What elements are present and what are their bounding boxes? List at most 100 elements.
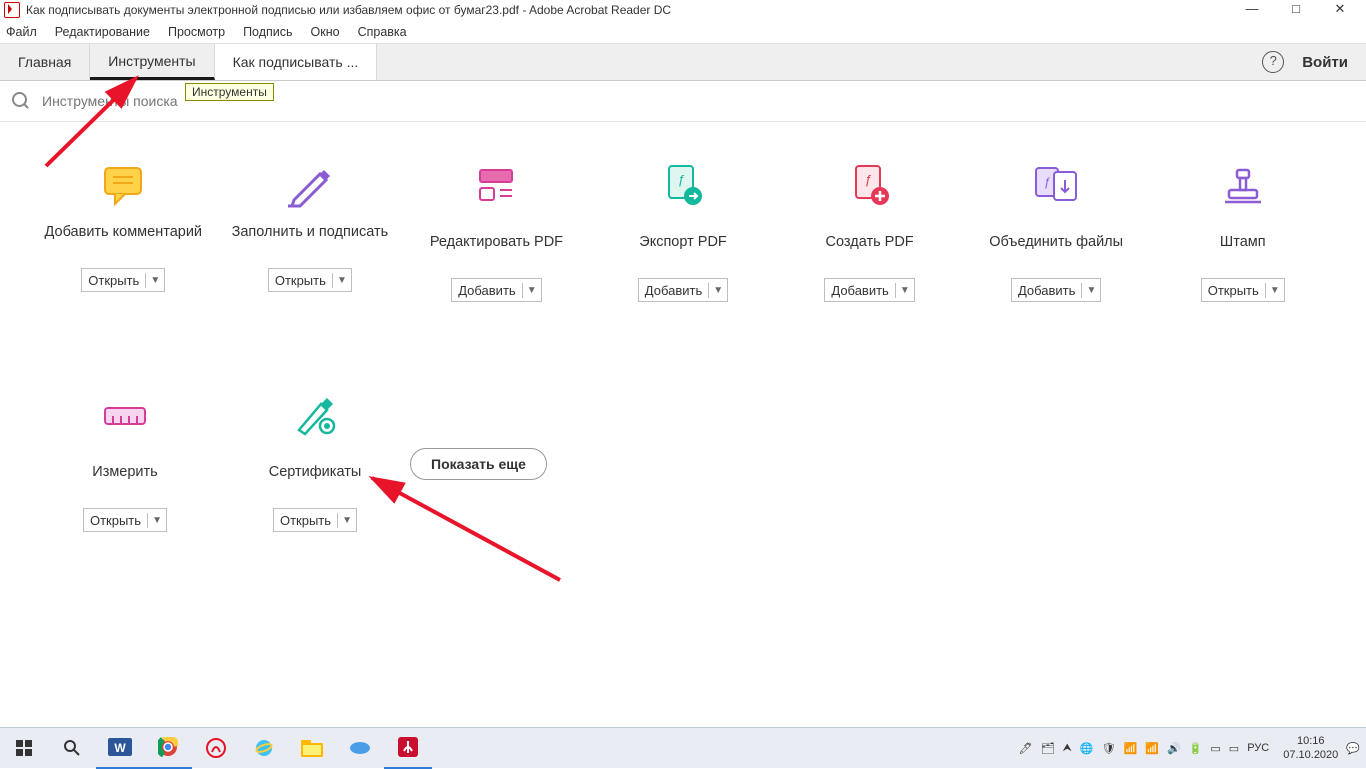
stamp-icon xyxy=(1217,162,1269,208)
taskbar-app1-icon[interactable] xyxy=(192,728,240,768)
svg-text:ƒ: ƒ xyxy=(677,172,684,187)
menu-edit[interactable]: Редактирование xyxy=(55,25,150,39)
window-titlebar: Как подписывать документы электронной по… xyxy=(0,0,1366,20)
maximize-button[interactable]: □ xyxy=(1274,0,1318,20)
tool-action-button[interactable]: Открыть ▼ xyxy=(273,508,357,532)
tool-action-label: Добавить xyxy=(639,283,709,298)
sign-icon xyxy=(284,162,336,208)
menu-file[interactable]: Файл xyxy=(6,25,37,39)
chevron-down-icon[interactable]: ▼ xyxy=(146,275,164,286)
taskbar-app2-icon[interactable] xyxy=(336,728,384,768)
chevron-down-icon[interactable]: ▼ xyxy=(333,275,351,286)
tool-label: Измерить xyxy=(30,452,220,502)
tool-edit: Редактировать PDF Добавить ▼ xyxy=(403,162,590,302)
tray-icon[interactable]: 📶 xyxy=(1124,742,1138,755)
tool-action-label: Открыть xyxy=(82,273,146,288)
login-button[interactable]: Войти xyxy=(1302,54,1348,71)
tray-icon[interactable]: 🌐 xyxy=(1080,742,1094,755)
tray-date: 07.10.2020 xyxy=(1283,748,1338,762)
minimize-button[interactable]: — xyxy=(1230,0,1274,20)
tool-action-label: Добавить xyxy=(825,283,895,298)
measure-icon xyxy=(99,392,151,438)
menubar: Файл Редактирование Просмотр Подпись Окн… xyxy=(0,20,1366,44)
tab-home[interactable]: Главная xyxy=(0,44,90,80)
menu-view[interactable]: Просмотр xyxy=(168,25,225,39)
tool-action-label: Открыть xyxy=(84,513,148,528)
tray-clock[interactable]: 10:16 07.10.2020 xyxy=(1283,734,1338,762)
tool-action-button[interactable]: Добавить ▼ xyxy=(1011,278,1101,302)
taskbar-word-icon[interactable]: W xyxy=(96,727,144,769)
tool-action-button[interactable]: Открыть ▼ xyxy=(81,268,165,292)
tool-action-button[interactable]: Открыть ▼ xyxy=(268,268,352,292)
edit-icon xyxy=(470,162,522,208)
tool-label: Заполнить и подписать xyxy=(217,222,404,262)
tray-icon[interactable]: 🖊 xyxy=(1019,742,1033,755)
tool-measure: Измерить Открыть ▼ xyxy=(30,392,220,532)
tool-action-button[interactable]: Открыть ▼ xyxy=(1201,278,1285,302)
search-icon xyxy=(12,92,30,110)
export-icon: ƒ xyxy=(657,162,709,208)
create-icon: ƒ xyxy=(844,162,896,208)
tool-action-button[interactable]: Открыть ▼ xyxy=(83,508,167,532)
tray-icon[interactable]: ▭ xyxy=(1229,742,1239,755)
taskbar-search-icon[interactable] xyxy=(48,728,96,768)
tray-icon[interactable]: ⮝ xyxy=(1063,742,1072,755)
tool-action-button[interactable]: Добавить ▼ xyxy=(824,278,914,302)
tool-action-button[interactable]: Добавить ▼ xyxy=(638,278,728,302)
tool-cert: Сертификаты Открыть ▼ xyxy=(220,392,410,532)
app-icon xyxy=(4,2,20,18)
tray-icon[interactable]: 🔊 xyxy=(1167,742,1181,755)
tool-create: ƒ Создать PDF Добавить ▼ xyxy=(776,162,963,302)
show-more-container: Показать еще xyxy=(410,392,600,532)
tabbar: Главная Инструменты Как подписывать ... … xyxy=(0,44,1366,81)
tray-lang[interactable]: РУС xyxy=(1247,742,1269,754)
cert-icon xyxy=(289,392,341,438)
tray-icon[interactable]: 🗂 xyxy=(1041,742,1055,755)
taskbar: W 🖊 🗂 ⮝ 🌐 🛡 📶 📶 🔊 🔋 ▭ ▭ РУС 10:16 07.10.… xyxy=(0,727,1366,768)
chevron-down-icon[interactable]: ▼ xyxy=(1266,285,1284,296)
tooltip-tools: Инструменты xyxy=(185,83,274,101)
chevron-down-icon[interactable]: ▼ xyxy=(709,285,727,296)
tab-tools[interactable]: Инструменты xyxy=(90,44,214,80)
tray-time: 10:16 xyxy=(1283,734,1338,748)
tray-icon[interactable]: ▭ xyxy=(1210,742,1220,755)
close-button[interactable]: ✕ xyxy=(1318,0,1362,20)
tool-label: Создать PDF xyxy=(776,222,963,272)
menu-help[interactable]: Справка xyxy=(358,25,407,39)
tray-notifications-icon[interactable]: 💬 xyxy=(1346,742,1360,755)
tab-document[interactable]: Как подписывать ... xyxy=(215,44,378,80)
system-tray: 🖊 🗂 ⮝ 🌐 🛡 📶 📶 🔊 🔋 ▭ ▭ РУС 10:16 07.10.20… xyxy=(1019,734,1366,762)
tool-label: Сертификаты xyxy=(220,452,410,502)
tool-comment: Добавить комментарий Открыть ▼ xyxy=(30,162,217,302)
comment-icon xyxy=(97,162,149,208)
tool-sign: Заполнить и подписать Открыть ▼ xyxy=(217,162,404,302)
taskbar-chrome-icon[interactable] xyxy=(144,727,192,769)
tray-icon[interactable]: 🔋 xyxy=(1189,742,1203,755)
chevron-down-icon[interactable]: ▼ xyxy=(1082,285,1100,296)
tray-icon[interactable]: 🛡 xyxy=(1102,742,1116,755)
show-more-button[interactable]: Показать еще xyxy=(410,448,547,480)
chevron-down-icon[interactable]: ▼ xyxy=(338,515,356,526)
tray-icon[interactable]: 📶 xyxy=(1145,742,1159,755)
tool-action-label: Открыть xyxy=(274,513,338,528)
help-icon[interactable]: ? xyxy=(1262,51,1284,73)
taskbar-ie-icon[interactable] xyxy=(240,728,288,768)
menu-sign[interactable]: Подпись xyxy=(243,25,292,39)
tool-label: Штамп xyxy=(1149,222,1336,272)
window-title: Как подписывать документы электронной по… xyxy=(26,3,671,17)
tools-panel: Добавить комментарий Открыть ▼ Заполнить… xyxy=(0,122,1366,662)
chevron-down-icon[interactable]: ▼ xyxy=(523,285,541,296)
tool-stamp: Штамп Открыть ▼ xyxy=(1149,162,1336,302)
tool-action-label: Открыть xyxy=(1202,283,1266,298)
taskbar-acrobat-icon[interactable] xyxy=(384,727,432,769)
tool-action-label: Добавить xyxy=(452,283,522,298)
tool-label: Экспорт PDF xyxy=(590,222,777,272)
start-button[interactable] xyxy=(0,728,48,768)
menu-window[interactable]: Окно xyxy=(311,25,340,39)
svg-text:ƒ: ƒ xyxy=(1044,175,1051,189)
chevron-down-icon[interactable]: ▼ xyxy=(148,515,166,526)
taskbar-explorer-icon[interactable] xyxy=(288,728,336,768)
chevron-down-icon[interactable]: ▼ xyxy=(896,285,914,296)
tool-action-button[interactable]: Добавить ▼ xyxy=(451,278,541,302)
svg-text:ƒ: ƒ xyxy=(864,172,871,187)
